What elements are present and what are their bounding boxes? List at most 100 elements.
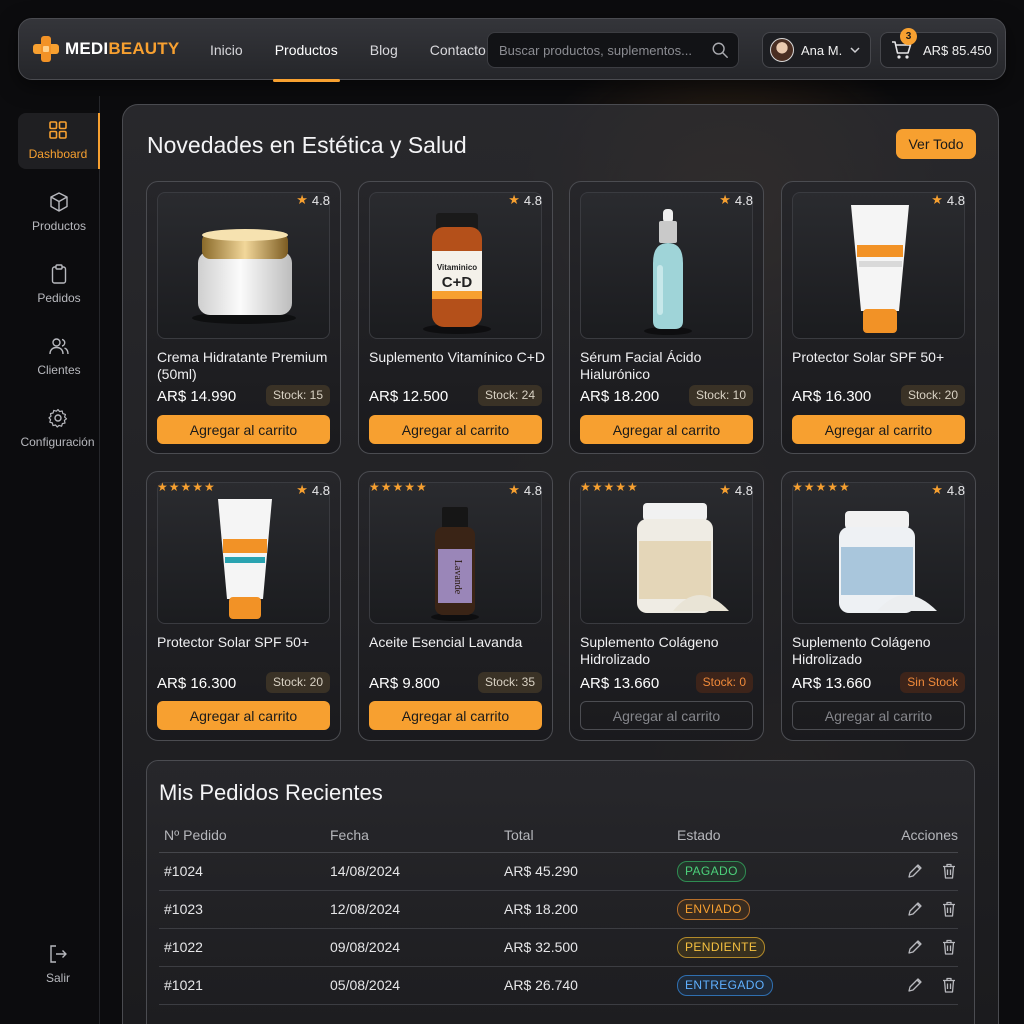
medical-cross-icon (33, 36, 59, 62)
product-image (792, 192, 965, 339)
order-date: 12/08/2024 (325, 890, 499, 929)
oil-bottle-icon: Lavande (431, 507, 479, 621)
star-rating-row: ★★★★★ (369, 480, 428, 494)
product-image (157, 482, 330, 624)
cart-button[interactable]: 3 AR$ 85.450 (880, 28, 998, 68)
add-to-cart-button[interactable]: Agregar al carrito (157, 701, 330, 730)
column-header-order-number[interactable]: Nº Pedido (159, 819, 325, 853)
order-total: AR$ 18.200 (499, 890, 672, 929)
rating: ★ 4.8 (296, 192, 330, 208)
product-name: Crema Hidratante Premium (50ml) (157, 349, 328, 382)
product-card[interactable]: ★★★★★ ★ 4.8 Suplemento Colágeno Hidroliza… (569, 471, 764, 741)
avatar (770, 38, 794, 62)
product-name: Protector Solar SPF 50+ (792, 349, 945, 365)
order-total: AR$ 26.740 (499, 966, 672, 1005)
table-row[interactable]: #1023 12/08/2024 AR$ 18.200 ENVIADO (159, 890, 958, 929)
rating: ★ 4.8 (508, 482, 542, 498)
sidebar-item-pedidos[interactable]: Pedidos (18, 257, 100, 313)
star-icon: ★ (296, 482, 308, 497)
stock-badge: Stock: 35 (477, 672, 542, 693)
order-status-cell: PAGADO (672, 852, 822, 891)
view-all-button[interactable]: Ver Todo (896, 129, 976, 159)
sidebar-item-label: Clientes (37, 363, 81, 377)
add-to-cart-button[interactable]: Agregar al carrito (369, 701, 542, 730)
order-actions (822, 966, 958, 1005)
stock-badge: Stock: 15 (265, 385, 330, 406)
add-to-cart-button[interactable]: Agregar al carrito (369, 415, 542, 444)
product-card[interactable]: Lavande ★★★★★ ★ 4.8 Aceite Esencial Lavan… (358, 471, 553, 741)
product-price: AR$ 9.800 (369, 675, 440, 692)
rating-value: 4.8 (946, 482, 965, 498)
trash-icon[interactable] (940, 862, 958, 880)
table-header-row: Nº Pedido Fecha Total Estado Acciones (159, 819, 958, 853)
order-id: #1021 (159, 966, 325, 1005)
status-badge: ENTREGADO (677, 974, 773, 996)
product-name: Suplemento Vitamínico C+D (369, 349, 545, 365)
product-card[interactable]: Vitaminico C+D ★ 4.8 Suplemento Vitamínic… (358, 181, 553, 454)
column-header-date[interactable]: Fecha (325, 819, 499, 853)
nav-blog[interactable]: Blog (370, 19, 398, 81)
table-row[interactable]: #1021 05/08/2024 AR$ 26.740 ENTREGADO (159, 966, 958, 1005)
stock-badge: Sin Stock (900, 672, 965, 693)
nav-productos[interactable]: Productos (272, 19, 340, 82)
sidebar-item-label: Productos (31, 219, 87, 233)
product-card[interactable]: ★★★★★ ★ 4.8 Suplemento Colágeno Hidroliza… (781, 471, 976, 741)
brand-name: MEDIBEAUTY (65, 39, 180, 58)
sidebar: Dashboard Productos Pedidos Clientes Con… (0, 96, 100, 1024)
star-rating-row: ★★★★★ (792, 480, 851, 494)
order-status-cell: ENVIADO (672, 890, 822, 929)
sidebar-item-label: Dashboard (28, 147, 88, 161)
edit-icon[interactable] (906, 976, 924, 994)
stock-badge: Stock: 24 (477, 385, 542, 406)
product-name: Sérum Facial Ácido Hialurónico (580, 349, 702, 382)
logout-button[interactable]: Salir (16, 937, 100, 993)
sidebar-item-dashboard[interactable]: Dashboard (18, 113, 100, 169)
search-input[interactable] (488, 33, 738, 67)
add-to-cart-button[interactable]: Agregar al carrito (580, 701, 753, 730)
order-status-cell: PENDIENTE (672, 928, 822, 967)
product-name: Suplemento Colágeno Hidrolizado (580, 634, 719, 667)
column-header-total[interactable]: Total (499, 819, 672, 853)
product-image (157, 192, 330, 339)
add-to-cart-button[interactable]: Agregar al carrito (580, 415, 753, 444)
cart-total: AR$ 85.450 (923, 42, 992, 58)
search-icon[interactable] (711, 41, 729, 59)
add-to-cart-button[interactable]: Agregar al carrito (792, 415, 965, 444)
edit-icon[interactable] (906, 938, 924, 956)
order-actions (822, 890, 958, 929)
product-name: Aceite Esencial Lavanda (369, 634, 523, 650)
column-header-actions: Acciones (822, 819, 958, 853)
nav-inicio[interactable]: Inicio (210, 19, 243, 81)
table-row[interactable]: #1024 14/08/2024 AR$ 45.290 PAGADO (159, 852, 958, 891)
product-card[interactable]: ★ 4.8 Sérum Facial Ácido Hialurónico AR$ … (569, 181, 764, 454)
sidebar-item-productos[interactable]: Productos (18, 185, 100, 241)
order-date: 09/08/2024 (325, 928, 499, 967)
add-to-cart-button[interactable]: Agregar al carrito (792, 701, 965, 730)
brand-logo[interactable]: MEDIBEAUTY (33, 36, 179, 62)
section-title: Novedades en Estética y Salud (147, 132, 467, 158)
sidebar-item-label: Configuración (20, 435, 95, 449)
product-card[interactable]: ★ 4.8 Crema Hidratante Premium (50ml) AR$… (146, 181, 341, 454)
order-status-cell: ENTREGADO (672, 966, 822, 1005)
user-menu[interactable]: Ana M. (762, 32, 871, 68)
stock-badge: Stock: 20 (265, 672, 330, 693)
column-header-status[interactable]: Estado (672, 819, 822, 853)
star-rating-row: ★★★★★ (580, 480, 639, 494)
add-to-cart-button[interactable]: Agregar al carrito (157, 415, 330, 444)
edit-icon[interactable] (906, 900, 924, 918)
star-icon: ★ (296, 192, 308, 207)
vitamin-label-line1: Vitaminico (437, 263, 477, 272)
sidebar-item-clientes[interactable]: Clientes (18, 329, 100, 385)
table-row[interactable]: #1022 09/08/2024 AR$ 32.500 PENDIENTE (159, 928, 958, 967)
cart-count-badge: 3 (900, 28, 917, 45)
product-card[interactable]: ★★★★★ ★ 4.8 Protector Solar SPF 50+ AR$ 1… (146, 471, 341, 741)
product-card[interactable]: ★ 4.8 Protector Solar SPF 50+ AR$ 16.300 … (781, 181, 976, 454)
product-image: Lavande (369, 482, 542, 624)
sidebar-item-configuracion[interactable]: Configuración (10, 401, 105, 457)
nav-contacto[interactable]: Contacto (430, 19, 486, 81)
edit-icon[interactable] (906, 862, 924, 880)
trash-icon[interactable] (940, 938, 958, 956)
status-badge: PAGADO (677, 860, 746, 882)
trash-icon[interactable] (940, 900, 958, 918)
trash-icon[interactable] (940, 976, 958, 994)
